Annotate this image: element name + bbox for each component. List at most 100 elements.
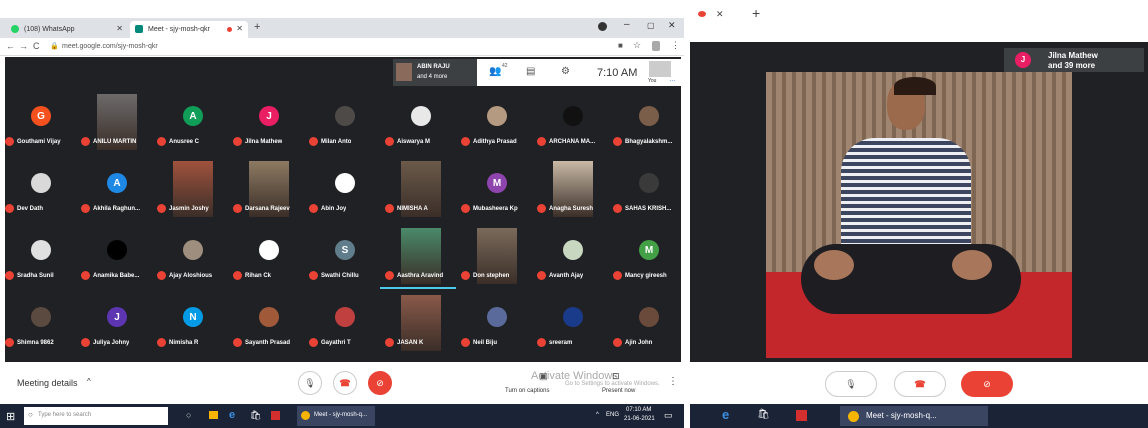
new-tab-button[interactable]: + bbox=[752, 5, 760, 21]
present-now-button[interactable]: Present now bbox=[602, 388, 635, 394]
profile-icon[interactable] bbox=[598, 22, 607, 31]
mic-button[interactable]: 🎙 bbox=[298, 371, 322, 395]
store-icon[interactable]: 🛍 bbox=[250, 410, 261, 421]
extension-icon[interactable] bbox=[652, 41, 660, 51]
edge-icon[interactable]: e bbox=[229, 409, 235, 421]
tab-whatsapp[interactable]: (108) WhatsApp ✕ bbox=[6, 21, 128, 38]
participant-tile[interactable]: M Mancy gireesh bbox=[613, 228, 685, 284]
meeting-details-button[interactable]: Meeting details bbox=[17, 378, 78, 388]
taskbar-search-input[interactable]: ○ Type here to search bbox=[24, 407, 168, 425]
presenter-chip[interactable]: ABIN RAJU and 4 more bbox=[393, 59, 477, 86]
taskbar-chrome-meet[interactable]: Meet - sjy-mosh-q... bbox=[840, 406, 988, 426]
participant-tile[interactable]: Don stephen bbox=[461, 228, 533, 284]
browser-tabstrip: (108) WhatsApp ✕ Meet - sjy-mosh-qkr ✕ +… bbox=[0, 18, 684, 38]
participant-name: Gouthami Vijay bbox=[5, 137, 61, 146]
participant-tile[interactable]: NIMISHA A bbox=[385, 161, 457, 217]
participant-tile[interactable]: Bhagyalakshm... bbox=[613, 94, 685, 150]
participant-tile[interactable]: SAHAS KRISH... bbox=[613, 161, 685, 217]
participant-tile[interactable]: Ajay Aloshious bbox=[157, 228, 229, 284]
back-icon[interactable]: ← bbox=[6, 41, 15, 51]
participant-tile[interactable]: Sayanth Prasad bbox=[233, 295, 305, 351]
participant-tile[interactable]: Neil Biju bbox=[461, 295, 533, 351]
more-options-icon[interactable]: ⋮ bbox=[668, 376, 678, 387]
camera-icon[interactable]: ■ bbox=[618, 41, 623, 50]
participant-tile[interactable]: Ajin John bbox=[613, 295, 685, 351]
tray-chevron-icon[interactable]: ^ bbox=[596, 412, 599, 418]
notification-icon[interactable]: ▭ bbox=[664, 410, 673, 421]
more-icon[interactable]: … bbox=[669, 76, 676, 83]
captions-button[interactable]: Turn on captions bbox=[505, 388, 549, 394]
participant-tile[interactable]: J Juliya Johny bbox=[81, 295, 153, 351]
participant-tile[interactable]: Rihan Ck bbox=[233, 228, 305, 284]
mic-off-icon bbox=[233, 271, 242, 280]
people-icon[interactable]: 👥 bbox=[489, 66, 501, 77]
participant-avatar bbox=[335, 173, 355, 193]
speaker-chip[interactable]: J Jilna Mathew and 39 more bbox=[1004, 48, 1144, 72]
language-indicator[interactable]: ENG bbox=[606, 412, 619, 418]
camera-toggle-button[interactable]: ⊘ bbox=[961, 371, 1013, 397]
participant-tile[interactable]: Darsana Rajeev bbox=[233, 161, 305, 217]
tab-meet[interactable]: Meet - sjy-mosh-qkr ✕ bbox=[130, 21, 248, 38]
participant-tile[interactable]: A Akhila Raghun... bbox=[81, 161, 153, 217]
close-icon[interactable]: ✕ bbox=[716, 9, 724, 20]
participant-tile[interactable]: Sradha Sunil bbox=[5, 228, 77, 284]
participant-tile[interactable]: Anamika Babe... bbox=[81, 228, 153, 284]
participant-tile[interactable]: Shimna 9862 bbox=[5, 295, 77, 351]
chat-icon[interactable]: ▤ bbox=[526, 66, 535, 77]
minimize-button[interactable]: – bbox=[624, 19, 630, 30]
participant-tile[interactable]: S Swathi Chillu bbox=[309, 228, 381, 284]
mic-button[interactable]: 🎙 bbox=[825, 371, 877, 397]
participant-tile[interactable]: Dev Dath bbox=[5, 161, 77, 217]
participant-tile[interactable]: Anagha Suresh bbox=[537, 161, 609, 217]
forward-icon[interactable]: → bbox=[19, 41, 28, 51]
participant-tile[interactable]: sreeram bbox=[537, 295, 609, 351]
taskbar-date: 21-06-2021 bbox=[624, 416, 655, 422]
cortana-icon[interactable]: ○ bbox=[186, 410, 191, 420]
participant-tile[interactable]: Aasthra Aravind bbox=[385, 228, 457, 284]
participant-tile[interactable]: M Mubasheera Kp bbox=[461, 161, 533, 217]
window-close-button[interactable]: ✕ bbox=[668, 20, 676, 31]
participant-tile[interactable]: ANILU MARTIN bbox=[81, 94, 153, 150]
file-explorer-icon[interactable] bbox=[209, 411, 218, 419]
participant-tile[interactable]: ARCHANA MA... bbox=[537, 94, 609, 150]
close-icon[interactable]: ✕ bbox=[116, 24, 123, 33]
leave-call-button[interactable]: ☎ bbox=[333, 371, 357, 395]
participant-tile[interactable]: Aiswarya M bbox=[385, 94, 457, 150]
url-input[interactable]: meet.google.com/sjy-mosh-qkr bbox=[62, 43, 158, 50]
participant-tile[interactable]: Abin Joy bbox=[309, 161, 381, 217]
windows-start-icon[interactable]: ⊞ bbox=[6, 410, 15, 423]
participant-tile[interactable]: N Nimisha R bbox=[157, 295, 229, 351]
participant-avatar bbox=[639, 106, 659, 126]
new-tab-button[interactable]: + bbox=[254, 21, 260, 33]
participant-tile[interactable]: Adithya Prasad bbox=[461, 94, 533, 150]
taskbar-chrome-meet[interactable]: Meet - sjy-mosh-q... bbox=[297, 406, 375, 426]
participant-name: Don stephen bbox=[461, 271, 509, 280]
participant-tile[interactable]: Gayathri T bbox=[309, 295, 381, 351]
whatsapp-icon bbox=[11, 25, 19, 33]
participant-name: NIMISHA A bbox=[385, 204, 428, 213]
camera-toggle-button[interactable]: ⊘ bbox=[368, 371, 392, 395]
participant-name: Anusree C bbox=[157, 137, 199, 146]
participant-tile[interactable]: JASAN K bbox=[385, 295, 457, 351]
chevron-up-icon[interactable]: ^ bbox=[87, 377, 91, 386]
leave-call-button[interactable]: ☎ bbox=[894, 371, 946, 397]
participant-tile[interactable]: Jasmin Joshy bbox=[157, 161, 229, 217]
reload-icon[interactable]: C bbox=[33, 41, 40, 51]
menu-icon[interactable]: ⋮ bbox=[671, 40, 680, 51]
edge-icon[interactable]: e bbox=[722, 407, 729, 422]
mic-off-icon bbox=[157, 271, 166, 280]
close-icon[interactable]: ✕ bbox=[236, 24, 243, 33]
captions-icon[interactable]: ▣ bbox=[539, 371, 548, 382]
participant-tile[interactable]: J Jilna Mathew bbox=[233, 94, 305, 150]
activities-icon[interactable]: ⚙ bbox=[561, 66, 570, 77]
acrobat-icon[interactable] bbox=[271, 411, 280, 420]
participant-tile[interactable]: Avanth Ajay bbox=[537, 228, 609, 284]
present-icon[interactable]: ⊡ bbox=[612, 371, 620, 382]
participant-tile[interactable]: G Gouthami Vijay bbox=[5, 94, 77, 150]
maximize-button[interactable]: ▢ bbox=[647, 21, 655, 30]
acrobat-icon[interactable] bbox=[796, 410, 807, 421]
participant-tile[interactable]: Milan Anto bbox=[309, 94, 381, 150]
participant-tile[interactable]: A Anusree C bbox=[157, 94, 229, 150]
store-icon[interactable]: 🛍 bbox=[757, 409, 770, 420]
star-icon[interactable]: ☆ bbox=[633, 40, 641, 51]
